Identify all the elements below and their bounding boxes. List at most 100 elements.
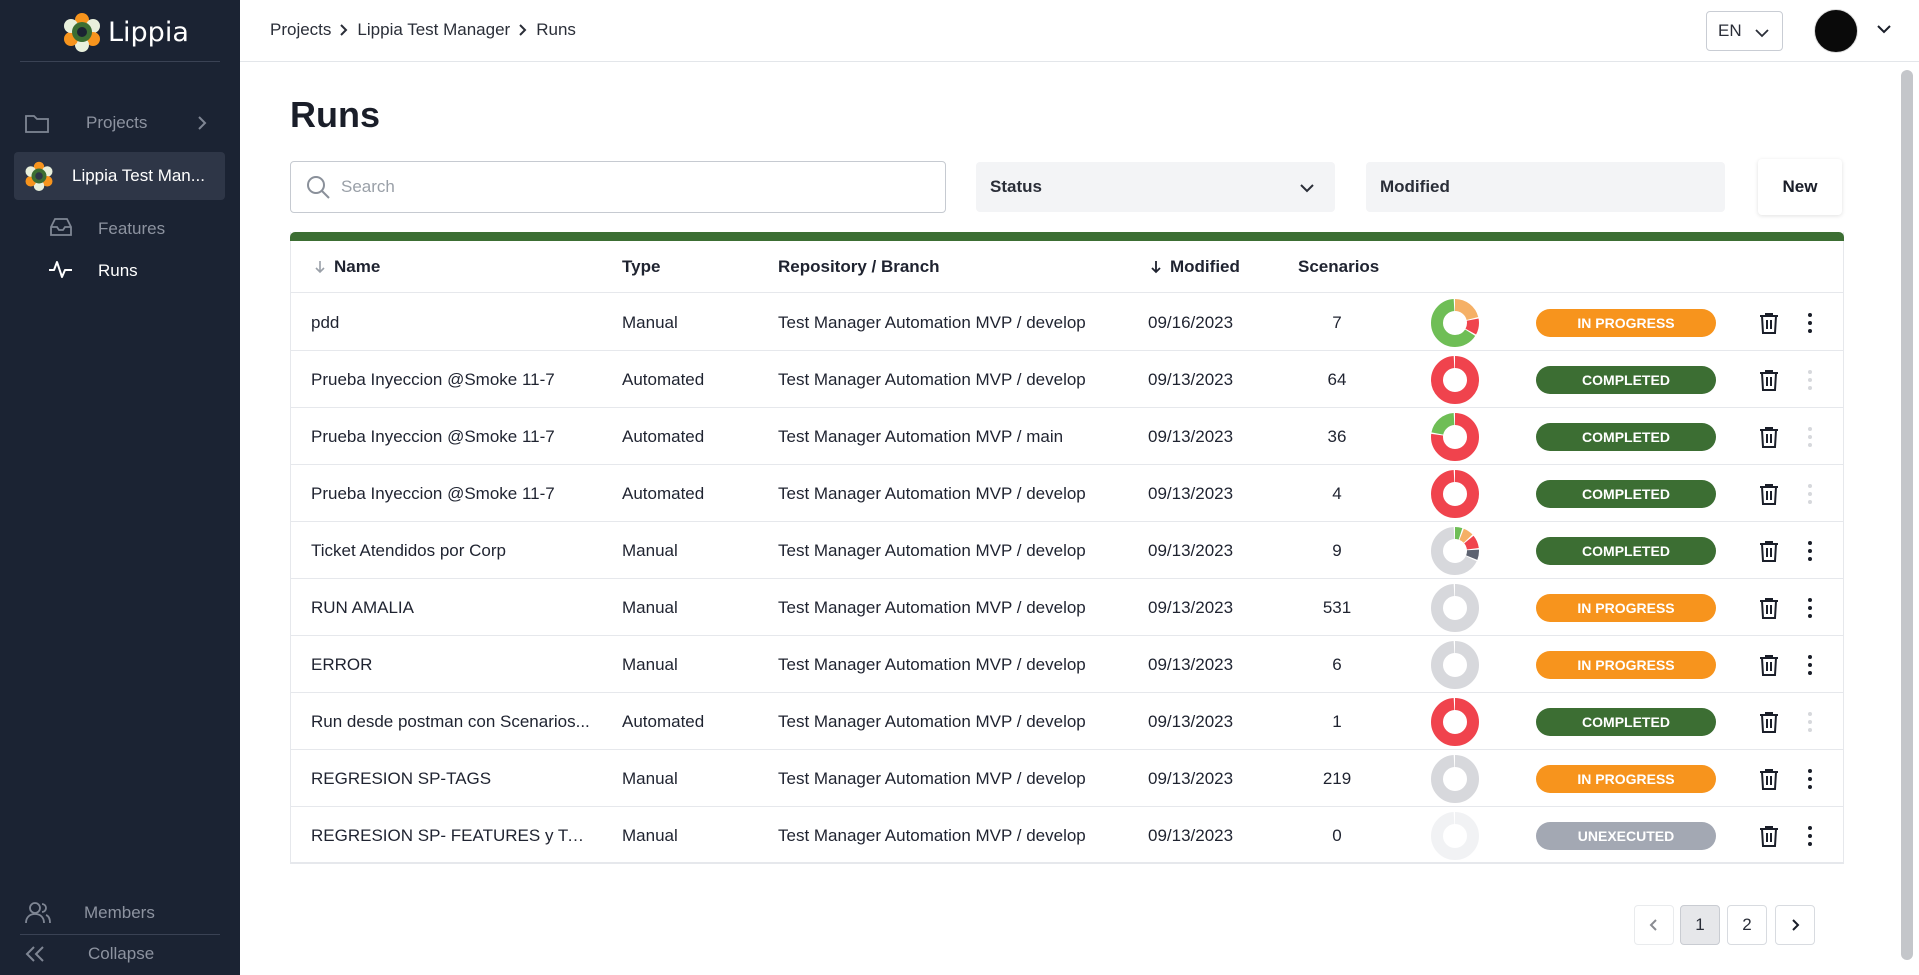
more-vertical-icon: [1808, 711, 1812, 732]
page-button-1[interactable]: 1: [1680, 905, 1720, 945]
run-repository: Test Manager Automation MVP / main: [778, 426, 1064, 446]
table-row[interactable]: RUN AMALIA Manual Test Manager Automation …: [290, 579, 1844, 636]
run-name[interactable]: Prueba Inyeccion @Smoke 11-7: [311, 351, 591, 408]
more-vertical-icon: [1808, 654, 1812, 675]
double-chevron-left-icon: [24, 945, 54, 963]
row-menu-button[interactable]: [1808, 522, 1812, 579]
row-menu-button[interactable]: [1808, 579, 1812, 636]
column-header-type[interactable]: Type: [622, 241, 660, 293]
delete-button[interactable]: [1758, 294, 1780, 351]
results-donut-chart: [1430, 750, 1480, 807]
row-menu-button[interactable]: [1808, 294, 1812, 351]
more-vertical-icon: [1808, 369, 1812, 390]
scrollbar-thumb[interactable]: [1901, 70, 1913, 960]
table-row[interactable]: REGRESION SP-TAGS Manual Test Manager Auto…: [290, 750, 1844, 807]
chevron-right-icon: [1792, 919, 1800, 931]
sidebar-item-label: Projects: [86, 113, 148, 132]
results-donut-chart: [1430, 807, 1480, 864]
sidebar-item-project[interactable]: Lippia Test Man...: [14, 152, 225, 200]
table-row[interactable]: Prueba Inyeccion @Smoke 11-7 Automated Tes…: [290, 408, 1844, 465]
run-repository: Test Manager Automation MVP / develop: [778, 825, 1086, 845]
next-page-button[interactable]: [1775, 905, 1815, 945]
chevron-down-icon[interactable]: [1876, 22, 1892, 40]
sidebar-item-members[interactable]: Members: [14, 889, 224, 937]
run-name[interactable]: Prueba Inyeccion @Smoke 11-7: [311, 465, 591, 522]
column-label: Name: [334, 257, 381, 276]
run-type: Automated: [622, 369, 705, 389]
delete-button[interactable]: [1758, 636, 1780, 693]
sidebar-item-label: Collapse: [88, 944, 155, 963]
status-badge: IN PROGRESS: [1536, 764, 1716, 793]
sidebar-item-projects[interactable]: Projects: [14, 99, 224, 147]
row-menu-button[interactable]: [1808, 408, 1812, 465]
sidebar-item-runs[interactable]: Runs: [48, 255, 138, 287]
avatar[interactable]: [1814, 9, 1858, 53]
delete-button[interactable]: [1758, 465, 1780, 522]
sort-arrow-icon: [314, 260, 326, 274]
table-row[interactable]: pdd Manual Test Manager Automation MVP / d…: [290, 294, 1844, 351]
app-logo[interactable]: Lippia: [62, 12, 189, 52]
run-repository: Test Manager Automation MVP / develop: [778, 369, 1086, 389]
delete-button[interactable]: [1758, 408, 1780, 465]
table-row[interactable]: ERROR Manual Test Manager Automation MVP /…: [290, 636, 1844, 693]
new-run-button[interactable]: New: [1758, 159, 1842, 215]
users-icon: [24, 901, 54, 925]
run-scenarios: 36: [1327, 426, 1347, 446]
row-menu-button[interactable]: [1808, 351, 1812, 408]
run-scenarios: 1: [1332, 711, 1342, 731]
search-input[interactable]: [341, 177, 901, 197]
row-menu-button[interactable]: [1808, 750, 1812, 807]
table-row[interactable]: Prueba Inyeccion @Smoke 11-7 Automated Tes…: [290, 465, 1844, 522]
run-name[interactable]: pdd: [311, 294, 591, 351]
run-repository: Test Manager Automation MVP / develop: [778, 312, 1086, 332]
delete-button[interactable]: [1758, 579, 1780, 636]
status-badge: COMPLETED: [1536, 479, 1716, 508]
run-name[interactable]: Prueba Inyeccion @Smoke 11-7: [311, 408, 591, 465]
row-menu-button[interactable]: [1808, 693, 1812, 750]
project-logo-icon: [24, 161, 54, 191]
prev-page-button[interactable]: [1634, 905, 1674, 945]
run-name[interactable]: REGRESION SP-TAGS: [311, 750, 591, 807]
run-name[interactable]: Run desde postman con Scenarios...: [311, 693, 591, 750]
more-vertical-icon: [1808, 483, 1812, 504]
run-name[interactable]: ERROR: [311, 636, 591, 693]
delete-button[interactable]: [1758, 693, 1780, 750]
delete-button[interactable]: [1758, 807, 1780, 864]
run-name[interactable]: Ticket Atendidos por Corp: [311, 522, 591, 579]
run-modified: 09/13/2023: [1148, 654, 1234, 674]
breadcrumb-project[interactable]: Lippia Test Manager: [357, 20, 510, 40]
delete-button[interactable]: [1758, 750, 1780, 807]
row-menu-button[interactable]: [1808, 807, 1812, 864]
column-header-modified[interactable]: Modified: [1150, 241, 1240, 293]
modified-filter[interactable]: Modified: [1366, 162, 1725, 212]
search-box[interactable]: [290, 161, 946, 213]
breadcrumb-projects[interactable]: Projects: [270, 20, 331, 40]
delete-button[interactable]: [1758, 351, 1780, 408]
run-modified: 09/13/2023: [1148, 768, 1234, 788]
table-row[interactable]: Prueba Inyeccion @Smoke 11-7 Automated Tes…: [290, 351, 1844, 408]
table-row[interactable]: Run desde postman con Scenarios... Automa…: [290, 693, 1844, 750]
delete-button[interactable]: [1758, 522, 1780, 579]
sidebar-item-features[interactable]: Features: [48, 213, 165, 245]
trash-icon: [1760, 426, 1778, 448]
chevron-down-icon: [1754, 24, 1770, 44]
status-filter[interactable]: Status: [976, 162, 1335, 212]
page-button-2[interactable]: 2: [1727, 905, 1767, 945]
language-select[interactable]: EN: [1706, 11, 1783, 51]
collapse-button[interactable]: Collapse: [14, 931, 224, 975]
column-header-scenarios[interactable]: Scenarios: [1298, 241, 1379, 293]
row-menu-button[interactable]: [1808, 636, 1812, 693]
table-accent-bar: [290, 232, 1844, 241]
run-type: Manual: [622, 654, 678, 674]
table-row[interactable]: Ticket Atendidos por Corp Manual Test Mana…: [290, 522, 1844, 579]
results-donut-chart: [1430, 408, 1480, 465]
table-row[interactable]: REGRESION SP- FEATURES y TA... Manual Test…: [290, 807, 1844, 864]
column-header-repository[interactable]: Repository / Branch: [778, 241, 940, 293]
column-header-name[interactable]: Name: [314, 241, 380, 293]
trash-icon: [1760, 597, 1778, 619]
status-badge: COMPLETED: [1536, 536, 1716, 565]
run-name[interactable]: RUN AMALIA: [311, 579, 591, 636]
run-name[interactable]: REGRESION SP- FEATURES y TA...: [311, 807, 591, 864]
results-donut-chart: [1430, 522, 1480, 579]
row-menu-button[interactable]: [1808, 465, 1812, 522]
